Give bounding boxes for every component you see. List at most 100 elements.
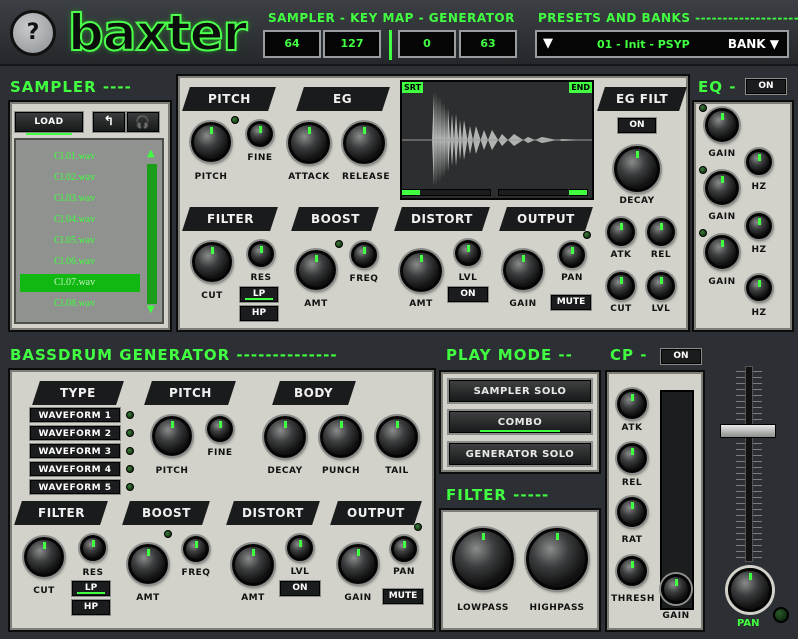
file-item[interactable]: Cl.01.wav	[20, 148, 140, 166]
return-button[interactable]: ↰	[93, 112, 125, 132]
sampler-solo-button[interactable]: SAMPLER SOLO	[449, 380, 591, 402]
master-pan-knob[interactable]	[728, 568, 772, 612]
waveform-3-button[interactable]: WAVEFORM 3	[30, 444, 120, 458]
cp-gain-knob[interactable]	[661, 574, 691, 604]
start-slider[interactable]	[401, 189, 491, 196]
gen-lvl-label: LVL	[290, 567, 310, 577]
release-knob[interactable]	[343, 122, 385, 164]
eg-rel-knob[interactable]	[647, 218, 675, 246]
boost-amt-knob[interactable]	[296, 250, 336, 290]
distort-on-button[interactable]: ON	[448, 287, 488, 302]
gen-fine-knob[interactable]	[207, 416, 233, 442]
keymap-low-field[interactable]: 64	[263, 30, 321, 58]
distort-amt-knob[interactable]	[400, 250, 442, 292]
release-label: RELEASE	[341, 172, 391, 182]
fine-knob[interactable]	[247, 121, 273, 147]
cp-on-button[interactable]: ON	[661, 349, 701, 364]
cp-thresh-knob[interactable]	[617, 556, 647, 586]
gen-distort-on-button[interactable]: ON	[280, 581, 320, 596]
eq-on-button[interactable]: ON	[746, 79, 786, 94]
body-decay-knob[interactable]	[264, 416, 306, 458]
generator-high-field[interactable]: 63	[459, 30, 517, 58]
file-item[interactable]: Cl.08.wav	[20, 295, 140, 313]
eq-gain1-knob[interactable]	[705, 108, 739, 142]
waveform-4-button[interactable]: WAVEFORM 4	[30, 462, 120, 476]
body-punch-knob[interactable]	[320, 416, 362, 458]
file-item[interactable]: Cl.02.wav	[20, 169, 140, 187]
mute-button[interactable]: MUTE	[551, 295, 591, 310]
eq-hz1-knob[interactable]	[746, 149, 772, 175]
eq-gain2-label: GAIN	[708, 212, 736, 222]
waveform-2-led	[126, 429, 134, 437]
gen-res-knob[interactable]	[80, 535, 106, 561]
eq-hz2-knob[interactable]	[746, 213, 772, 239]
generator-low-field[interactable]: 0	[398, 30, 456, 58]
attack-knob[interactable]	[288, 122, 330, 164]
eq-hz3-knob[interactable]	[746, 275, 772, 301]
scroll-up-icon[interactable]: ▲	[147, 148, 155, 159]
eg-cut-knob[interactable]	[607, 272, 635, 300]
eg-atk-knob[interactable]	[607, 218, 635, 246]
pan-knob[interactable]	[559, 242, 585, 268]
pitch-knob[interactable]	[191, 122, 231, 162]
file-item[interactable]: Cl.06.wav	[20, 253, 140, 271]
gen-gain-knob[interactable]	[338, 544, 378, 584]
cut-knob[interactable]	[192, 242, 232, 282]
gen-hp-button[interactable]: HP	[72, 600, 110, 615]
file-item[interactable]: Cl.05.wav	[20, 232, 140, 250]
gen-pitch-knob[interactable]	[152, 416, 192, 456]
preview-button[interactable]: 🎧	[127, 112, 159, 132]
end-slider-thumb[interactable]	[569, 190, 587, 195]
waveform-1-button[interactable]: WAVEFORM 1	[30, 408, 120, 422]
gen-pan-knob[interactable]	[391, 536, 417, 562]
cp-rat-knob[interactable]	[617, 497, 647, 527]
load-button[interactable]: LOAD	[15, 112, 83, 135]
gen-lvl-knob[interactable]	[287, 535, 313, 561]
eq-gain2-knob[interactable]	[705, 171, 739, 205]
gen-lp-button[interactable]: LP	[72, 581, 110, 596]
gen-mute-button[interactable]: MUTE	[383, 589, 423, 604]
preset-selector[interactable]: ▼ 01 - Init - PSYP BANK ▼	[535, 30, 789, 58]
gain-knob[interactable]	[503, 250, 543, 290]
wave-start-marker[interactable]: SRT	[402, 82, 424, 93]
gen-distort-amt-knob[interactable]	[232, 544, 274, 586]
waveform-2-button[interactable]: WAVEFORM 2	[30, 426, 120, 440]
file-item[interactable]: Cl.03.wav	[20, 190, 140, 208]
generator-solo-button[interactable]: GENERATOR SOLO	[449, 443, 591, 465]
lowpass-knob[interactable]	[452, 528, 514, 590]
file-item[interactable]: Cl.04.wav	[20, 211, 140, 229]
cp-rel-knob[interactable]	[617, 443, 647, 473]
eg-lvl-knob[interactable]	[647, 272, 675, 300]
keymap-high-field[interactable]: 127	[323, 30, 381, 58]
gen-freq-knob[interactable]	[183, 536, 209, 562]
gen-boost-amt-knob[interactable]	[128, 544, 168, 584]
file-list-scrollbar[interactable]	[147, 164, 157, 304]
lp-button[interactable]: LP	[240, 287, 278, 302]
volume-slider-track[interactable]	[745, 366, 753, 562]
waveform-5-button[interactable]: WAVEFORM 5	[30, 480, 120, 494]
preset-dropdown-icon[interactable]: ▼	[543, 36, 553, 51]
bank-button[interactable]: BANK ▼	[728, 37, 779, 51]
freq-knob[interactable]	[351, 242, 377, 268]
hp-button[interactable]: HP	[240, 306, 278, 321]
eg-decay-knob[interactable]	[614, 146, 660, 192]
cp-atk-knob[interactable]	[617, 389, 647, 419]
sample-file-list[interactable]: Cl.01.wav Cl.02.wav Cl.03.wav Cl.04.wav …	[14, 138, 164, 324]
wave-end-marker[interactable]: END	[569, 82, 592, 93]
lvl-knob[interactable]	[455, 240, 481, 266]
highpass-knob[interactable]	[526, 528, 588, 590]
start-slider-thumb[interactable]	[402, 190, 420, 195]
eq-gain3-knob[interactable]	[705, 235, 739, 269]
combo-button[interactable]: COMBO	[449, 411, 591, 433]
help-button[interactable]: ?	[10, 10, 56, 56]
freq-label: FREQ	[349, 274, 379, 284]
body-tail-knob[interactable]	[376, 416, 418, 458]
waveform-display[interactable]: SRT END	[400, 80, 594, 200]
file-item-selected[interactable]: Cl.07.wav	[20, 274, 140, 292]
res-knob[interactable]	[248, 241, 274, 267]
end-slider[interactable]	[498, 189, 588, 196]
gen-cut-knob[interactable]	[24, 537, 64, 577]
eg-filter-on-button[interactable]: ON	[618, 118, 656, 133]
scroll-down-icon[interactable]: ▼	[147, 304, 155, 315]
volume-slider-thumb[interactable]	[720, 424, 776, 438]
